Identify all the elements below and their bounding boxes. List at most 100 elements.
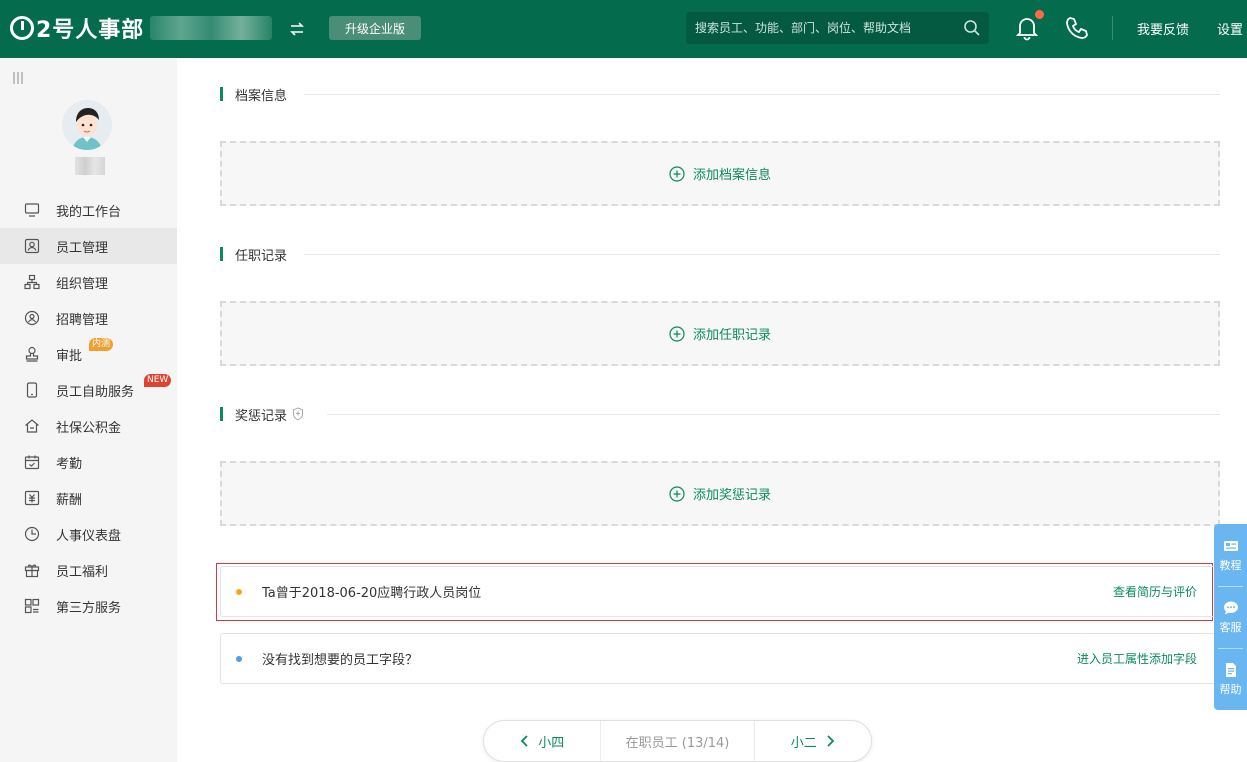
sidebar-item-recruitment[interactable]: 招聘管理 bbox=[0, 300, 177, 336]
bell-icon[interactable] bbox=[1014, 15, 1040, 41]
beta-badge: 内测 bbox=[89, 338, 114, 351]
logo[interactable]: 2号人事部 bbox=[10, 12, 144, 44]
tutorial-button[interactable]: 教程 bbox=[1214, 524, 1247, 586]
employee-pager: 小四 在职员工 (13/14) 小二 bbox=[483, 720, 872, 762]
search-icon[interactable] bbox=[963, 19, 981, 37]
sidebar-item-attendance[interactable]: 考勤 bbox=[0, 444, 177, 480]
add-field-link[interactable]: 进入员工属性添加字段 bbox=[1077, 650, 1197, 667]
main-content: 档案信息 添加档案信息 任职记录 添加任职记录 奖惩记录 添加奖惩记录 Ta曾于… bbox=[177, 58, 1247, 762]
stamp-icon bbox=[25, 346, 39, 362]
dashboard-icon bbox=[24, 526, 40, 542]
help-label: 帮助 bbox=[1219, 682, 1242, 696]
sidebar-item-label: 组织管理 bbox=[56, 276, 109, 292]
section-title-rewards: 奖惩记录 bbox=[220, 406, 304, 424]
section-title-employment: 任职记录 bbox=[220, 246, 288, 264]
prev-employee-label: 小四 bbox=[538, 735, 565, 751]
add-rewards-button[interactable]: 添加奖惩记录 bbox=[220, 461, 1220, 526]
chevron-left-icon bbox=[520, 735, 528, 747]
next-employee-label: 小二 bbox=[790, 735, 817, 751]
logo-text: 2号人事部 bbox=[36, 18, 145, 43]
missing-field-row: 没有找到想要的员工字段？ 进入员工属性添加字段 bbox=[220, 633, 1220, 684]
add-employment-label: 添加任职记录 bbox=[692, 328, 771, 343]
username-blurred bbox=[75, 157, 105, 175]
help-float-panel: 教程 客服 帮助 bbox=[1214, 524, 1247, 710]
salary-icon bbox=[24, 490, 40, 506]
add-archive-label: 添加档案信息 bbox=[692, 168, 771, 183]
global-search bbox=[686, 12, 989, 44]
help-button[interactable]: 帮助 bbox=[1214, 648, 1247, 710]
add-rewards-label: 添加奖惩记录 bbox=[692, 488, 771, 503]
sidebar-item-label: 社保公积金 bbox=[56, 420, 122, 436]
avatar-illustration bbox=[62, 100, 112, 150]
add-archive-button[interactable]: 添加档案信息 bbox=[220, 141, 1220, 206]
house-icon bbox=[25, 419, 39, 433]
company-name-blurred bbox=[150, 16, 272, 40]
sidebar-item-label: 员工管理 bbox=[56, 240, 109, 256]
document-icon bbox=[1225, 662, 1236, 677]
resume-history-row: Ta曾于2018-06-20应聘行政人员岗位 查看简历与评价 bbox=[220, 566, 1220, 617]
sidebar: 我的工作台 员工管理 组织管理 招聘管理 审批 内测 员工自助服务 NEW 社保… bbox=[0, 58, 177, 762]
resume-history-text: Ta曾于2018-06-20应聘行政人员岗位 bbox=[262, 586, 482, 601]
chevron-right-icon bbox=[827, 735, 835, 747]
sidebar-item-benefits[interactable]: 员工福利 bbox=[0, 552, 177, 588]
add-employment-button[interactable]: 添加任职记录 bbox=[220, 301, 1220, 366]
sidebar-item-label: 招聘管理 bbox=[56, 312, 109, 328]
chat-icon bbox=[1223, 601, 1238, 614]
notification-dot bbox=[1035, 10, 1044, 19]
sidebar-item-self-service[interactable]: 员工自助服务 NEW bbox=[0, 372, 177, 408]
section-title-text: 奖惩记录 bbox=[235, 408, 288, 424]
avatar[interactable] bbox=[62, 100, 112, 150]
stopwatch-icon bbox=[10, 16, 34, 40]
blue-dot bbox=[236, 655, 242, 662]
sidebar-item-workbench[interactable]: 我的工作台 bbox=[0, 192, 177, 228]
sidebar-item-label: 我的工作台 bbox=[56, 204, 122, 220]
sidebar-item-label: 人事仪表盘 bbox=[56, 528, 122, 544]
section-bar bbox=[220, 407, 223, 421]
phone-icon[interactable] bbox=[1064, 15, 1090, 41]
collapse-menu-icon[interactable] bbox=[11, 71, 25, 85]
sidebar-item-employees[interactable]: 员工管理 bbox=[0, 228, 177, 264]
sidebar-item-dashboard[interactable]: 人事仪表盘 bbox=[0, 516, 177, 552]
sidebar-item-label: 员工福利 bbox=[56, 564, 109, 580]
sidebar-item-label: 考勤 bbox=[56, 456, 83, 472]
org-chart-icon bbox=[24, 274, 40, 290]
section-divider bbox=[304, 94, 1220, 95]
calendar-check-icon bbox=[24, 455, 40, 470]
section-bar bbox=[220, 87, 223, 101]
plus-circle-icon bbox=[669, 325, 685, 342]
top-bar: 2号人事部 升级企业版 我要反馈 设置 bbox=[0, 0, 1247, 58]
prev-employee-button[interactable]: 小四 bbox=[484, 721, 600, 761]
customer-service-label: 客服 bbox=[1219, 620, 1242, 634]
section-divider bbox=[327, 414, 1220, 415]
missing-field-text: 没有找到想要的员工字段？ bbox=[262, 653, 419, 668]
sidebar-item-label: 审批 bbox=[56, 348, 83, 364]
monitor-icon bbox=[24, 203, 40, 217]
settings-link[interactable]: 设置 bbox=[1217, 19, 1243, 38]
sidebar-item-organization[interactable]: 组织管理 bbox=[0, 264, 177, 300]
recruit-icon bbox=[24, 310, 40, 326]
section-title-text: 任职记录 bbox=[235, 248, 288, 264]
sidebar-item-approval[interactable]: 审批 内测 bbox=[0, 336, 177, 372]
gift-icon bbox=[24, 564, 40, 578]
section-title-text: 档案信息 bbox=[235, 88, 288, 104]
sidebar-item-label: 薪酬 bbox=[56, 492, 83, 508]
section-bar bbox=[220, 247, 223, 261]
section-divider bbox=[304, 254, 1220, 255]
mobile-icon bbox=[26, 382, 38, 398]
upgrade-button[interactable]: 升级企业版 bbox=[329, 16, 421, 40]
pager-status: 在职员工 (13/14) bbox=[600, 721, 755, 761]
sidebar-item-third-party[interactable]: 第三方服务 bbox=[0, 588, 177, 624]
orange-dot bbox=[236, 588, 242, 595]
view-resume-link[interactable]: 查看简历与评价 bbox=[1113, 583, 1197, 600]
feedback-link[interactable]: 我要反馈 bbox=[1137, 19, 1189, 38]
next-employee-button[interactable]: 小二 bbox=[755, 721, 871, 761]
sidebar-item-social-insurance[interactable]: 社保公积金 bbox=[0, 408, 177, 444]
switch-company-icon[interactable] bbox=[286, 18, 308, 40]
plus-circle-icon bbox=[669, 165, 685, 182]
shield-icon bbox=[293, 407, 304, 421]
sidebar-item-salary[interactable]: 薪酬 bbox=[0, 480, 177, 516]
search-input[interactable] bbox=[686, 12, 956, 44]
apps-icon bbox=[24, 598, 40, 614]
customer-service-button[interactable]: 客服 bbox=[1214, 586, 1247, 648]
plus-circle-icon bbox=[669, 485, 685, 502]
